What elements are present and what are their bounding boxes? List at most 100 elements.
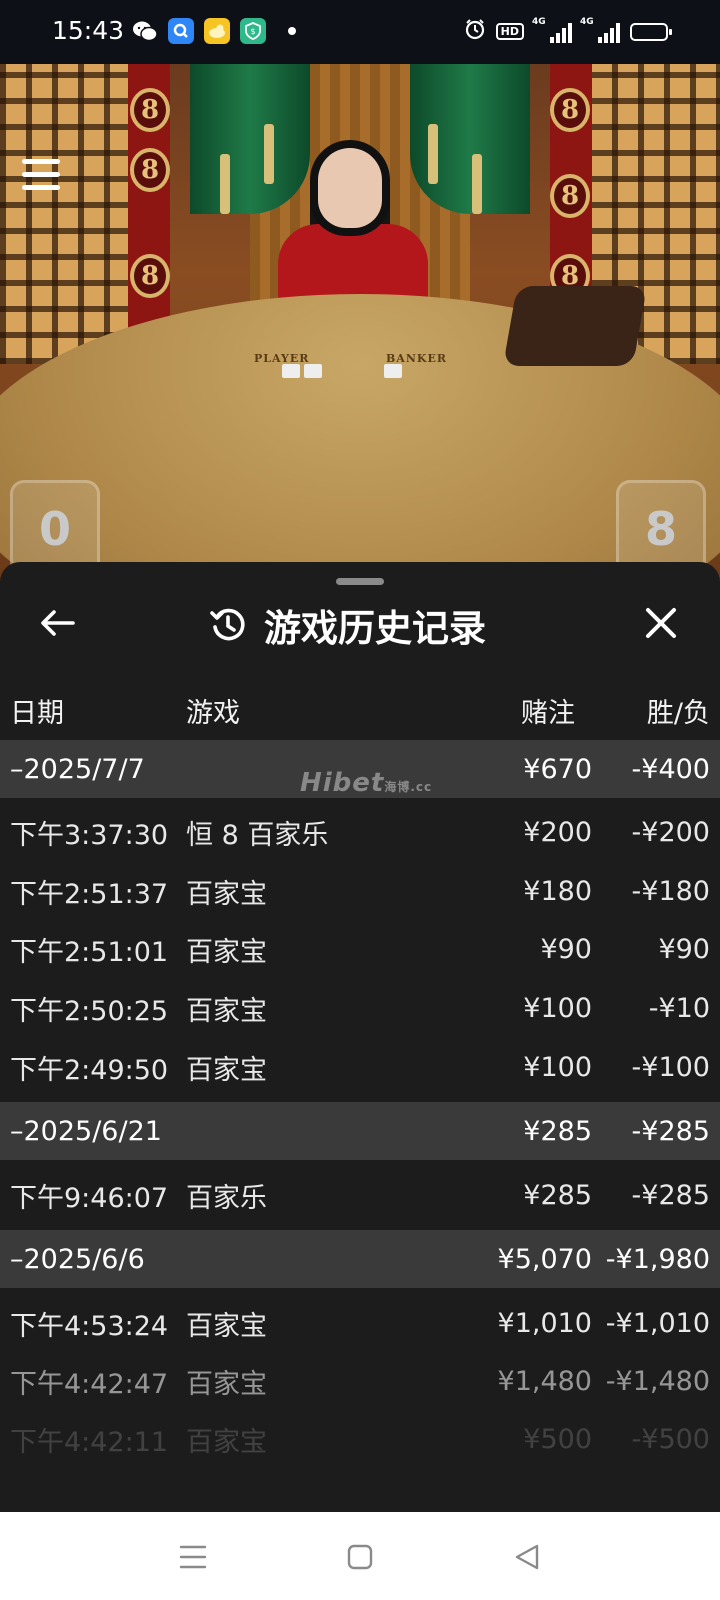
curtain-left [190, 64, 310, 214]
row-bet: ¥90 [540, 934, 592, 965]
row-time: 下午2:50:25 [10, 996, 169, 1027]
row-win-loss: -¥500 [631, 1424, 710, 1455]
row-game: 百家宝 [186, 1311, 267, 1342]
group-bet-total: ¥5,070 [497, 1243, 592, 1275]
history-row[interactable]: 下午4:42:47 百家宝 ¥1,480 -¥1,480 [0, 1352, 720, 1411]
menu-icon[interactable] [178, 1542, 208, 1572]
group-win-loss-total: -¥1,980 [605, 1243, 710, 1275]
history-row[interactable]: 下午4:53:24 百家宝 ¥1,010 -¥1,010 [0, 1294, 720, 1353]
tassel [428, 124, 438, 184]
row-game: 恒 8 百家乐 [186, 820, 329, 851]
close-button[interactable] [638, 600, 684, 646]
row-win-loss: -¥1,010 [605, 1308, 710, 1339]
row-win-loss: -¥1,480 [605, 1366, 710, 1397]
network-type-label: 4G [532, 16, 546, 27]
player-score: 0 [10, 480, 100, 575]
card-shoe [502, 286, 648, 366]
row-win-loss: -¥200 [631, 817, 710, 848]
row-time: 下午4:53:24 [10, 1311, 169, 1342]
column-header-date: 日期 [10, 697, 64, 729]
history-row[interactable]: 下午4:42:11 百家宝 ¥500 -¥500 [0, 1410, 720, 1469]
row-bet: ¥200 [523, 817, 592, 848]
signal-4g-icon: 4G [532, 17, 572, 43]
battery-icon [630, 22, 672, 41]
game-history-sheet: 游戏历史记录 日期 游戏 赌注 胜/负 –2025/7/7 ¥670 -¥400… [0, 562, 720, 1512]
row-game: 百家宝 [186, 1369, 267, 1400]
row-game: 百家宝 [186, 879, 267, 910]
shield-app-icon: $ [240, 18, 266, 44]
tassel [220, 154, 230, 214]
group-date: –2025/6/6 [10, 1243, 145, 1275]
row-game: 百家宝 [186, 1427, 267, 1458]
row-bet: ¥1,480 [497, 1366, 592, 1397]
row-time: 下午2:51:37 [10, 879, 169, 910]
sheet-header: 游戏历史记录 [208, 598, 486, 652]
row-bet: ¥1,010 [497, 1308, 592, 1339]
row-time: 下午4:42:47 [10, 1369, 169, 1400]
lucky-eight-ornament: 8 [130, 254, 170, 298]
row-bet: ¥100 [523, 1052, 592, 1083]
row-win-loss: ¥90 [658, 934, 710, 965]
status-bar: 15:43 $ HD 4G 4G [0, 0, 720, 64]
group-date: –2025/6/21 [10, 1115, 162, 1147]
signal-4g-icon: 4G [580, 17, 620, 43]
notification-icons: $ [132, 18, 296, 44]
arrow-left-icon [41, 610, 75, 636]
row-time: 下午2:51:01 [10, 937, 169, 968]
sheet-title: 游戏历史记录 [264, 607, 486, 650]
history-row[interactable]: 下午3:37:30 恒 8 百家乐 ¥200 -¥200 [0, 803, 720, 862]
system-icons: HD 4G 4G [464, 17, 672, 45]
row-game: 百家乐 [186, 1183, 267, 1214]
banker-score: 8 [616, 480, 706, 575]
player-area-label: PLAYER [254, 352, 310, 365]
live-dealer-video: 8 8 8 8 8 8 PLAYER BANKER 0 8 [0, 64, 720, 584]
search-app-icon [168, 18, 194, 44]
back-button[interactable] [34, 600, 80, 646]
status-time: 15:43 [52, 16, 125, 45]
column-header-game: 游戏 [186, 697, 240, 729]
row-bet: ¥285 [523, 1180, 592, 1211]
wechat-icon [132, 18, 158, 44]
row-game: 百家宝 [186, 937, 267, 968]
date-group-row[interactable]: –2025/6/21 ¥285 -¥285 [0, 1102, 720, 1160]
column-header-win-loss: 胜/负 [646, 697, 710, 729]
history-row[interactable]: 下午2:49:50 百家宝 ¥100 -¥100 [0, 1038, 720, 1097]
alarm-icon [464, 18, 486, 45]
sheet-drag-handle[interactable] [336, 578, 384, 585]
group-bet-total: ¥670 [523, 753, 592, 785]
row-bet: ¥100 [523, 993, 592, 1024]
history-row[interactable]: 下午2:50:25 百家宝 ¥100 -¥10 [0, 979, 720, 1038]
dealer-face [318, 148, 382, 228]
lucky-eight-ornament: 8 [130, 88, 170, 132]
row-game: 百家宝 [186, 1055, 267, 1086]
row-win-loss: -¥10 [648, 993, 710, 1024]
date-group-row[interactable]: –2025/6/6 ¥5,070 -¥1,980 [0, 1230, 720, 1288]
back-triangle-icon[interactable] [512, 1542, 542, 1572]
home-square-icon[interactable] [345, 1542, 375, 1572]
system-navigation-bar [0, 1512, 720, 1600]
svg-text:$: $ [250, 27, 255, 36]
group-date: –2025/7/7 [10, 753, 145, 785]
group-bet-total: ¥285 [523, 1115, 592, 1147]
history-row[interactable]: 下午2:51:37 百家宝 ¥180 -¥180 [0, 862, 720, 921]
table-header: 日期 游戏 赌注 胜/负 [0, 680, 720, 740]
row-time: 下午4:42:11 [10, 1427, 169, 1458]
tassel [264, 124, 274, 184]
column-header-bet: 赌注 [521, 697, 575, 729]
row-time: 下午2:49:50 [10, 1055, 169, 1086]
row-win-loss: -¥285 [631, 1180, 710, 1211]
lucky-eight-ornament: 8 [130, 148, 170, 192]
lucky-eight-ornament: 8 [550, 88, 590, 132]
player-card [304, 364, 322, 378]
more-notifications-dot-icon [288, 27, 296, 35]
row-bet: ¥500 [523, 1424, 592, 1455]
tassel [472, 154, 482, 214]
network-type-label: 4G [580, 16, 594, 27]
lucky-eight-ornament: 8 [550, 174, 590, 218]
history-row[interactable]: 下午2:51:01 百家宝 ¥90 ¥90 [0, 920, 720, 979]
history-row[interactable]: 下午9:46:07 百家乐 ¥285 -¥285 [0, 1166, 720, 1225]
banker-card [384, 364, 402, 378]
menu-hamburger-icon[interactable] [16, 146, 72, 202]
row-bet: ¥180 [523, 876, 592, 907]
row-time: 下午9:46:07 [10, 1183, 169, 1214]
